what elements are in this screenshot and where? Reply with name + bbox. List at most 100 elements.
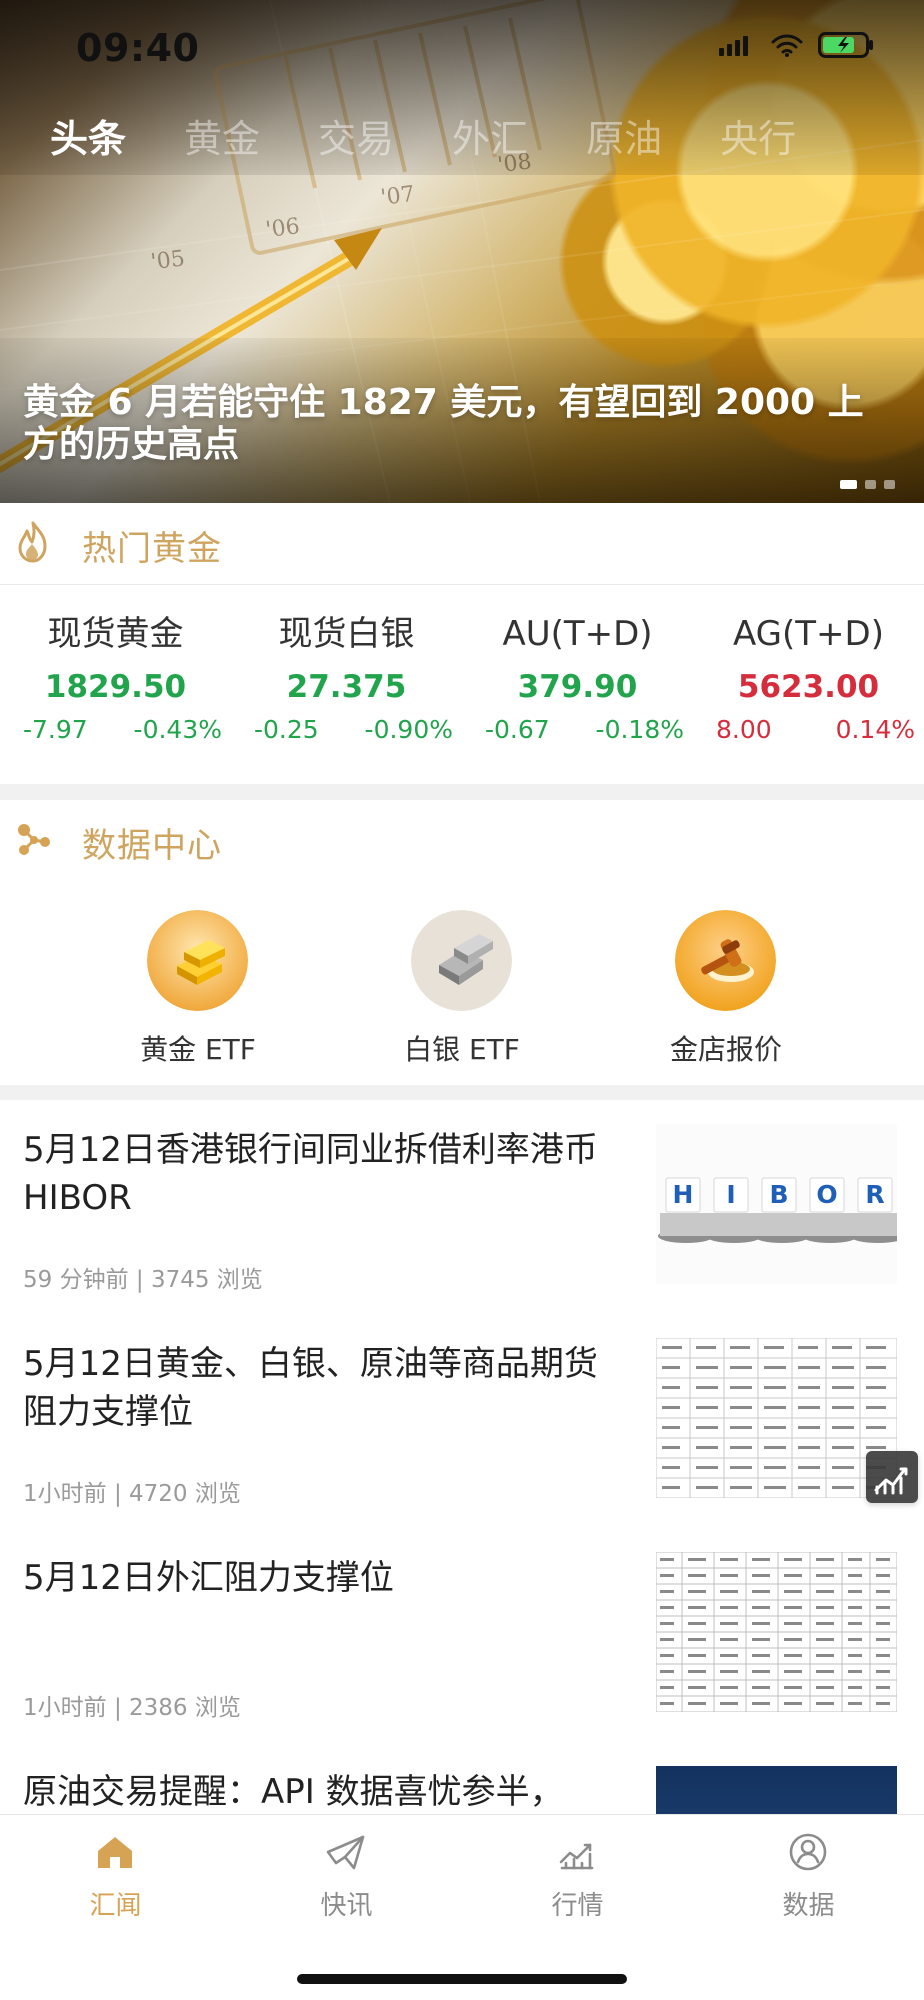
- chart-icon: [874, 1467, 908, 1495]
- data-item-label: 白银 ETF: [404, 1033, 520, 1066]
- price-change: -0.25: [254, 715, 319, 744]
- tab-crude-oil[interactable]: 原油: [586, 120, 662, 158]
- price-change: -7.97: [23, 715, 88, 744]
- silver-bar-icon: [411, 910, 512, 1011]
- wifi-icon: [771, 34, 803, 57]
- nav-label: 数据: [782, 1891, 835, 1921]
- news-views: 3745 浏览: [150, 1267, 263, 1293]
- price-value: 1829.50: [44, 669, 187, 705]
- carousel-dot: [840, 480, 857, 489]
- price-card-spot-silver[interactable]: 现货白银 27.375 -0.25 -0.90%: [231, 586, 462, 784]
- tab-central-bank[interactable]: 央行: [720, 120, 796, 158]
- nav-label: 行情: [551, 1891, 604, 1921]
- tab-gold[interactable]: 黄金: [184, 120, 260, 158]
- news-item[interactable]: 5月12日外汇阻力支撑位 1小时前 | 2386 浏览: [0, 1528, 924, 1743]
- nav-home[interactable]: 汇闻: [0, 1829, 231, 1939]
- silver-etf-item[interactable]: 白银 ETF: [362, 910, 562, 1090]
- price-change: 8.00: [716, 715, 772, 744]
- gold-bar-icon: [147, 910, 248, 1011]
- news-title: 5月12日外汇阻力支撑位: [23, 1558, 394, 1598]
- news-time: 1小时前: [23, 1481, 107, 1507]
- price-change-percent: -0.43%: [133, 715, 222, 744]
- nav-label: 汇闻: [89, 1891, 142, 1921]
- hibor-letter: H: [673, 1180, 694, 1209]
- home-icon: [98, 1837, 132, 1868]
- hot-gold-header: 热门黄金: [0, 503, 924, 585]
- tab-trading[interactable]: 交易: [318, 120, 394, 158]
- price-card-ag-td[interactable]: AG(T+D) 5623.00 8.00 0.14%: [693, 586, 924, 784]
- section-divider: [0, 784, 924, 800]
- price-change-percent: -0.18%: [595, 715, 684, 744]
- carousel-dot: [865, 480, 876, 489]
- gold-etf-item[interactable]: 黄金 ETF: [98, 910, 298, 1090]
- news-list: 5月12日香港银行间同业拆借利率港币 HIBOR 59 分钟前 | 3745 浏…: [0, 1100, 924, 1814]
- news-title: 5月12日香港银行间同业拆借利率港币 HIBOR: [23, 1130, 598, 1218]
- news-item[interactable]: 原油交易提醒：API 数据喜忧参半，: [0, 1742, 924, 1814]
- hero-headline[interactable]: 黄金 6 月若能守住 1827 美元，有望回到 2000 上方的历史高点: [23, 382, 898, 466]
- meta-separator: |: [113, 1695, 130, 1721]
- svg-text:'06: '06: [264, 214, 301, 243]
- data-center-header: 数据中心: [0, 800, 924, 882]
- gold-shop-quote-badge: [675, 910, 776, 1011]
- hibor-letter: O: [816, 1180, 837, 1209]
- price-value: 27.375: [286, 669, 407, 705]
- hibor-thumbnail: H I B O R: [656, 1124, 897, 1284]
- news-item[interactable]: 5月12日香港银行间同业拆借利率港币 HIBOR 59 分钟前 | 3745 浏…: [0, 1100, 924, 1315]
- gold-shop-quote-item[interactable]: 金店报价: [626, 910, 826, 1090]
- nav-label: 快讯: [320, 1891, 373, 1921]
- data-item-label: 金店报价: [669, 1033, 782, 1066]
- meta-separator: |: [113, 1481, 130, 1507]
- bottom-navigation: 汇闻 快讯 行情 数据: [0, 1814, 924, 2000]
- status-icons: [718, 31, 876, 59]
- news-meta: 1小时前 | 2386 浏览: [23, 1688, 241, 1722]
- hibor-letter: I: [726, 1180, 735, 1209]
- chart-icon: [559, 1843, 594, 1870]
- carousel-dot: [884, 480, 895, 489]
- floating-chart-button[interactable]: [866, 1451, 918, 1503]
- price-change-percent: 0.14%: [835, 715, 915, 744]
- svg-text:'07: '07: [379, 182, 416, 211]
- news-views: 4720 浏览: [129, 1481, 241, 1507]
- price-change: -0.67: [485, 715, 550, 744]
- data-item-label: 黄金 ETF: [140, 1033, 256, 1066]
- hibor-letter: B: [769, 1180, 788, 1209]
- data-center-items: 黄金 ETF 白银 ETF 金店报价: [0, 880, 924, 1085]
- user-icon: [789, 1833, 827, 1871]
- price-value: 5623.00: [737, 669, 880, 705]
- price-card-spot-gold[interactable]: 现货黄金 1829.50 -7.97 -0.43%: [0, 586, 231, 784]
- hot-gold-title: 热门黄金: [82, 529, 222, 569]
- top-tabs: 头条 黄金 交易 外汇 原油 央行: [50, 120, 796, 158]
- nav-market[interactable]: 行情: [462, 1829, 693, 1939]
- news-views: 2386 浏览: [129, 1695, 241, 1721]
- price-name: AG(T+D): [733, 614, 884, 654]
- news-meta: 1小时前 | 4720 浏览: [23, 1474, 241, 1508]
- news-title: 5月12日黄金、白银、原油等商品期货阻力支撑位: [23, 1344, 598, 1432]
- paper-plane-icon: [326, 1835, 365, 1870]
- gold-etf-badge: [147, 910, 248, 1011]
- news-meta: 59 分钟前 | 3745 浏览: [23, 1260, 263, 1294]
- signal-icon: [719, 36, 748, 56]
- silver-etf-badge: [411, 910, 512, 1011]
- price-change-percent: -0.90%: [364, 715, 453, 744]
- data-network-icon: [18, 824, 50, 855]
- hibor-letter: R: [865, 1180, 884, 1209]
- battery-icon: [818, 32, 873, 58]
- news-thumbnail-oil: [656, 1766, 897, 1814]
- forex-table-thumbnail: [656, 1552, 897, 1712]
- home-indicator: [297, 1974, 627, 1984]
- price-card-au-td[interactable]: AU(T+D) 379.90 -0.67 -0.18%: [462, 586, 693, 784]
- meta-separator: |: [135, 1267, 151, 1293]
- news-title: 原油交易提醒：API 数据喜忧参半，: [23, 1772, 564, 1812]
- tab-forex[interactable]: 外汇: [452, 120, 528, 158]
- nav-data[interactable]: 数据: [693, 1829, 924, 1939]
- tab-headlines[interactable]: 头条: [50, 120, 126, 158]
- carousel-indicator: [840, 480, 895, 489]
- data-center-title: 数据中心: [82, 826, 222, 866]
- hero-banner[interactable]: '05 '06 '07 '08 09:40: [0, 0, 924, 503]
- price-value: 379.90: [517, 669, 638, 705]
- nav-flash-news[interactable]: 快讯: [231, 1829, 462, 1939]
- news-item[interactable]: 5月12日黄金、白银、原油等商品期货阻力支撑位 1小时前 | 4720 浏览: [0, 1314, 924, 1529]
- news-thumbnail-commodity-table: [656, 1338, 897, 1498]
- news-thumbnail-hibor: H I B O R: [656, 1124, 897, 1284]
- hot-gold-prices: 现货黄金 1829.50 -7.97 -0.43% 现货白银 27.375 -0…: [0, 586, 924, 784]
